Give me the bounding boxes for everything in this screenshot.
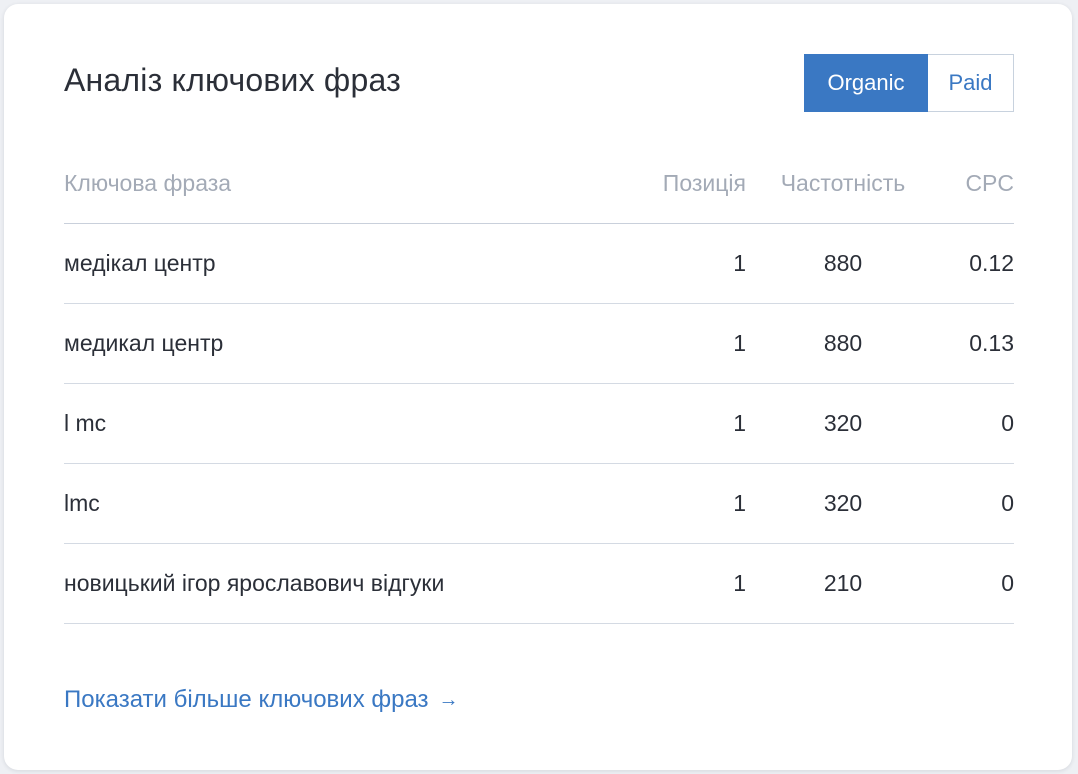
column-header-cpc: CPC — [965, 170, 1014, 196]
table-row: l mc 1 320 0 — [64, 384, 1014, 464]
keyword-phrase: lmc — [64, 490, 100, 516]
keyword-analysis-card: Аналіз ключових фраз Organic Paid Ключов… — [4, 4, 1072, 770]
table-row: медикал центр 1 880 0.13 — [64, 304, 1014, 384]
keywords-table: Ключова фраза Позиція Частотність CPC ме… — [64, 144, 1014, 624]
organic-paid-toggle: Organic Paid — [804, 54, 1014, 112]
table-row: lmc 1 320 0 — [64, 464, 1014, 544]
keyword-position: 1 — [733, 410, 746, 436]
show-more-keywords-label: Показати більше ключових фраз — [64, 686, 429, 713]
keyword-cpc: 0.12 — [969, 250, 1014, 276]
keyword-frequency: 880 — [823, 250, 863, 276]
keyword-phrase: новицький ігор ярославович відгуки — [64, 570, 445, 596]
arrow-right-icon: → — [438, 688, 459, 711]
keyword-phrase: медікал центр — [64, 250, 216, 276]
column-header-phrase: Ключова фраза — [64, 170, 232, 196]
table-row: медікал центр 1 880 0.12 — [64, 224, 1014, 304]
keyword-frequency: 880 — [823, 330, 863, 356]
column-header-position: Позиція — [662, 170, 746, 196]
keyword-phrase: медикал центр — [64, 330, 224, 356]
keyword-cpc: 0 — [1001, 410, 1014, 436]
organic-tab-button[interactable]: Organic — [804, 54, 928, 112]
keyword-position: 1 — [733, 490, 746, 516]
keyword-frequency: 320 — [823, 410, 863, 436]
table-header-row: Ключова фраза Позиція Частотність CPC — [64, 144, 1014, 224]
card-title: Аналіз ключових фраз — [64, 62, 401, 98]
keyword-position: 1 — [733, 330, 746, 356]
keyword-cpc: 0.13 — [969, 330, 1014, 356]
keyword-position: 1 — [733, 250, 746, 276]
column-header-frequency: Частотність — [780, 170, 906, 196]
keyword-phrase: l mc — [64, 410, 107, 436]
keyword-frequency: 320 — [823, 490, 863, 516]
show-more-keywords-link[interactable]: Показати більше ключових фраз → — [64, 686, 459, 714]
paid-tab-button[interactable]: Paid — [928, 54, 1014, 112]
table-row: новицький ігор ярославович відгуки 1 210… — [64, 544, 1014, 624]
keyword-cpc: 0 — [1001, 570, 1014, 596]
keyword-frequency: 210 — [823, 570, 863, 596]
keyword-cpc: 0 — [1001, 490, 1014, 516]
keyword-position: 1 — [733, 570, 746, 596]
